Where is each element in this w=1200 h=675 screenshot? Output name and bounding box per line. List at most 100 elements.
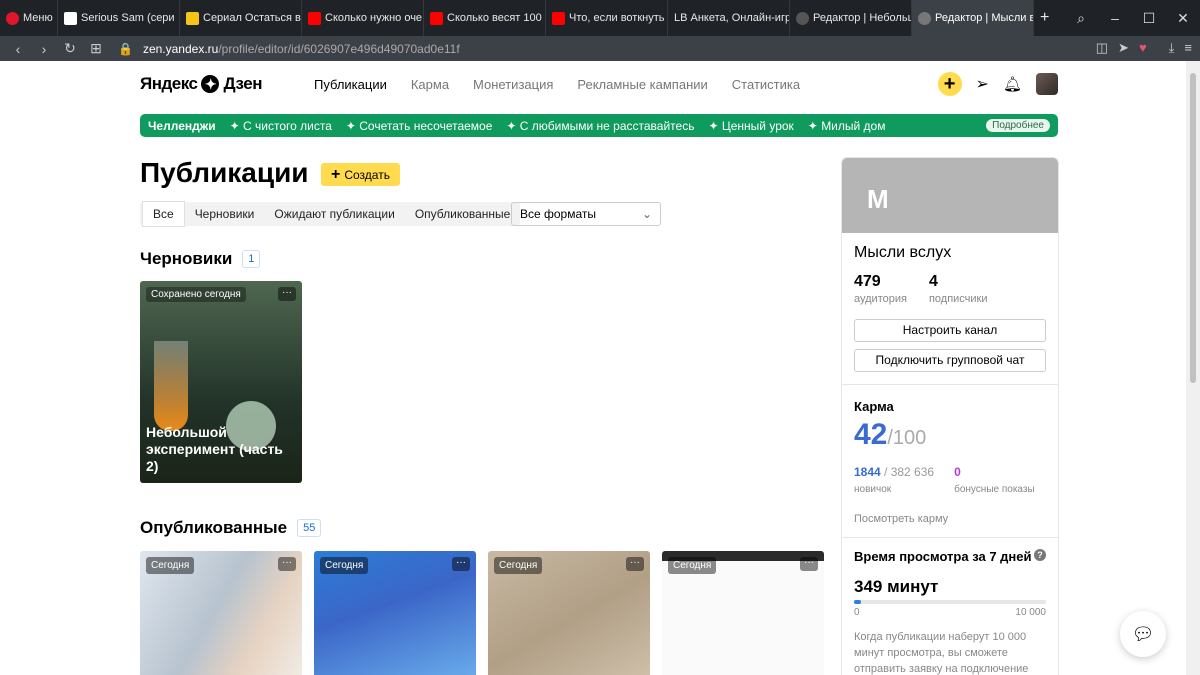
status-filter-tabs: Все Черновики Ожидают публикации Опублик… bbox=[140, 201, 521, 227]
send-icon[interactable]: ➤ bbox=[1118, 40, 1129, 56]
tab-editor-2[interactable]: Редактор | Мысли в× bbox=[912, 0, 1034, 36]
speed-dial-icon[interactable]: ⊞ bbox=[88, 40, 104, 57]
menu-icon[interactable]: ≡ bbox=[1184, 40, 1192, 56]
karma-title: Карма bbox=[854, 399, 894, 414]
karma-stats: 1844 / 382 636 новичок 0 бонусные показы bbox=[854, 465, 1035, 495]
challenge-item[interactable]: ✦ С любимыми не расставайтесь bbox=[506, 119, 694, 133]
forward-icon[interactable]: › bbox=[36, 41, 52, 57]
url-field[interactable]: 🔒 zen.yandex.ru/profile/editor/id/6026907… bbox=[118, 42, 460, 56]
published-card[interactable]: Сегодня ··· bbox=[488, 551, 650, 675]
tab-youtube-3[interactable]: Что, если воткнуть× bbox=[546, 0, 668, 36]
audience-stat: 479 аудитория bbox=[854, 273, 907, 305]
search-icon[interactable]: ⌕ bbox=[1064, 10, 1098, 27]
opera-icon bbox=[6, 11, 19, 25]
avatar[interactable] bbox=[1036, 73, 1058, 95]
channel-name[interactable]: Мысли вслух bbox=[854, 244, 951, 262]
plus-icon: + bbox=[331, 165, 341, 183]
lock-icon: 🔒 bbox=[118, 41, 133, 56]
heart-icon[interactable]: ♥ bbox=[1139, 40, 1147, 56]
challenge-item[interactable]: ✦ Ценный урок bbox=[708, 119, 793, 133]
filter-pending[interactable]: Ожидают публикации bbox=[264, 202, 404, 226]
date-badge: Сегодня bbox=[146, 557, 195, 574]
tab-serial[interactable]: Сериал Остаться в ж× bbox=[180, 0, 302, 36]
more-options-icon[interactable]: ··· bbox=[278, 287, 296, 301]
watch-time-progress bbox=[854, 600, 1046, 604]
page: Яндекс ✦ Дзен Публикации Карма Монетизац… bbox=[0, 61, 1186, 675]
bonus-stat: 0 бонусные показы bbox=[954, 465, 1035, 495]
help-icon[interactable]: ? bbox=[1034, 549, 1046, 561]
watch-time-note: Когда публикации наберут 10 000 минут пр… bbox=[854, 631, 1029, 675]
challenges-title[interactable]: Челленджи bbox=[148, 119, 216, 133]
date-badge: Сегодня bbox=[494, 557, 543, 574]
minimize-icon[interactable]: – bbox=[1098, 10, 1132, 26]
create-button[interactable]: + Создать bbox=[321, 163, 400, 186]
nav-publications[interactable]: Публикации bbox=[314, 77, 387, 92]
create-plus-icon[interactable]: + bbox=[937, 72, 962, 96]
configure-channel-button[interactable]: Настроить канал bbox=[854, 319, 1046, 342]
opera-menu-button[interactable]: Меню bbox=[0, 0, 58, 36]
draft-title: Небольшой эксперимент (часть 2) bbox=[146, 424, 283, 474]
draft-card[interactable]: Сохранено сегодня ··· Небольшой эксперим… bbox=[140, 281, 302, 483]
zen-icon bbox=[918, 11, 931, 25]
tab-youtube-2[interactable]: Сколько весят 100 л× bbox=[424, 0, 546, 36]
nav-karma[interactable]: Карма bbox=[411, 77, 449, 92]
filter-all[interactable]: Все bbox=[142, 201, 185, 227]
nav-ad-campaigns[interactable]: Рекламные кампании bbox=[577, 77, 707, 92]
new-tab-button[interactable]: + bbox=[1034, 0, 1055, 36]
wiki-icon bbox=[64, 11, 77, 25]
flask-image bbox=[154, 341, 188, 431]
published-card[interactable]: Сегодня ··· bbox=[314, 551, 476, 675]
page-scrollbar[interactable] bbox=[1186, 61, 1200, 675]
divider bbox=[842, 384, 1058, 385]
reload-icon[interactable]: ↻ bbox=[62, 40, 78, 57]
challenge-item[interactable]: ✦ Сочетать несочетаемое bbox=[346, 119, 493, 133]
maximize-icon[interactable]: ☐ bbox=[1132, 10, 1166, 27]
address-bar-actions: ◫ ➤ ♥ ⤓ ≡ bbox=[1096, 40, 1192, 56]
drafts-section-title: Черновики 1 bbox=[140, 249, 261, 269]
zen-icon bbox=[796, 11, 809, 25]
more-options-icon[interactable]: ··· bbox=[452, 557, 470, 571]
date-badge: Сегодня bbox=[668, 557, 717, 574]
page-title: Публикации bbox=[140, 157, 309, 188]
more-options-icon[interactable]: ··· bbox=[626, 557, 644, 571]
download-icon[interactable]: ⤓ bbox=[1169, 40, 1175, 56]
published-card[interactable]: Сегодня ··· bbox=[140, 551, 302, 675]
challenge-item[interactable]: ✦ С чистого листа bbox=[230, 119, 332, 133]
tab-lb[interactable]: LB Анкета, Онлайн-игр× bbox=[668, 0, 790, 36]
nav-statistics[interactable]: Статистика bbox=[732, 77, 800, 92]
more-options-icon[interactable]: ··· bbox=[800, 557, 818, 571]
subscribers-stat: 4 подписчики bbox=[928, 273, 988, 305]
drafts-count-badge: 1 bbox=[242, 250, 261, 268]
karma-progress-stat: 1844 / 382 636 новичок bbox=[854, 465, 935, 495]
filter-published[interactable]: Опубликованные bbox=[405, 202, 521, 226]
zen-logo[interactable]: Яндекс ✦ Дзен bbox=[140, 74, 262, 94]
chat-icon[interactable]: 💬︎ bbox=[1120, 611, 1166, 657]
group-chat-button[interactable]: Подключить групповой чат bbox=[854, 349, 1046, 372]
bell-icon[interactable]: 🔔︎ bbox=[1003, 75, 1022, 93]
zen-star-icon: ✦ bbox=[201, 75, 220, 93]
format-select[interactable]: Все форматы ⌄ bbox=[511, 202, 661, 226]
camera-icon[interactable]: ◫ bbox=[1096, 40, 1108, 56]
karma-value: 42/100 bbox=[854, 418, 927, 451]
published-card[interactable]: Сегодня ··· bbox=[662, 551, 824, 675]
back-icon[interactable]: ‹ bbox=[10, 41, 26, 57]
date-badge: Сегодня bbox=[320, 557, 369, 574]
filter-drafts[interactable]: Черновики bbox=[185, 202, 265, 226]
top-nav: Публикации Карма Монетизация Рекламные к… bbox=[314, 77, 800, 92]
challenges-banner: Челленджи ✦ С чистого листа ✦ Сочетать н… bbox=[140, 114, 1058, 137]
nav-monetization[interactable]: Монетизация bbox=[473, 77, 553, 92]
channel-stats: 479 аудитория 4 подписчики bbox=[854, 273, 988, 305]
header-actions: + ➢ 🔔︎ bbox=[937, 72, 1058, 96]
watch-time-scale: 0 10 000 bbox=[854, 607, 1046, 618]
tab-serious-sam[interactable]: Serious Sam (сери× bbox=[58, 0, 180, 36]
messages-icon[interactable]: ➢ bbox=[976, 74, 989, 94]
challenges-more-button[interactable]: Подробнее bbox=[986, 119, 1050, 132]
scrollbar-thumb[interactable] bbox=[1190, 73, 1196, 383]
tab-editor-1[interactable]: Редактор | Небольш× bbox=[790, 0, 912, 36]
close-window-icon[interactable]: ✕ bbox=[1166, 10, 1200, 27]
tab-youtube-1[interactable]: Сколько нужно оче× bbox=[302, 0, 424, 36]
view-karma-link[interactable]: Посмотреть карму bbox=[854, 513, 948, 525]
challenge-item[interactable]: ✦ Милый дом bbox=[808, 119, 886, 133]
more-options-icon[interactable]: ··· bbox=[278, 557, 296, 571]
watch-time-value: 349 минут bbox=[854, 577, 939, 596]
